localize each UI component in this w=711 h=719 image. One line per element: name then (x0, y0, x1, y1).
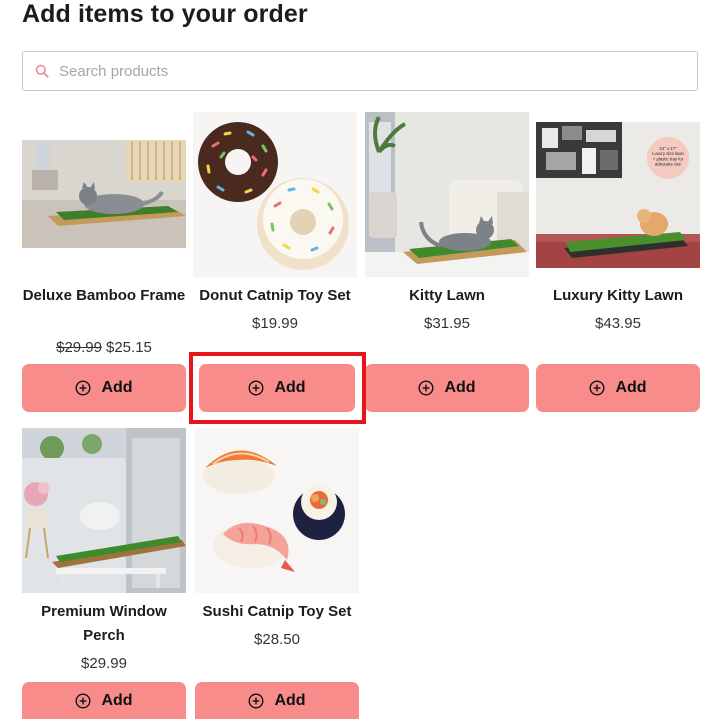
product-price: $43.95 (595, 315, 641, 332)
add-button-label: Add (274, 379, 306, 396)
sale-price: $25.15 (106, 339, 152, 356)
product-name: Deluxe Bamboo Frame (22, 287, 186, 304)
plus-circle-icon (248, 692, 264, 709)
add-button-label: Add (101, 379, 133, 396)
product-name: Donut Catnip Toy Set (199, 287, 351, 304)
add-button-label: Add (615, 379, 647, 396)
product-price: $28.50 (254, 631, 300, 648)
product-name: Kitty Lawn (409, 287, 485, 304)
search-input[interactable] (59, 60, 679, 82)
add-button-premium-window-perch[interactable]: Add (22, 682, 186, 719)
add-button-label: Add (101, 691, 133, 709)
add-button-label: Add (274, 691, 306, 709)
add-button-luxury-kitty-lawn[interactable]: Add (536, 364, 700, 412)
original-price: $29.99 (56, 339, 102, 356)
order-page: Add items to your order Search products … (0, 0, 711, 719)
product-price: $31.95 (424, 315, 470, 332)
add-button-donut-catnip-toy-set[interactable]: Add (199, 364, 355, 412)
product-card-luxury-kitty-lawn: 24" x 17" Luxury size lawn + plastic tray … (536, 112, 700, 352)
product-image-luxury-kitty-lawn[interactable]: 24" x 17" Luxury size lawn + plastic tray … (536, 112, 700, 277)
product-price: $29.99 (81, 655, 127, 672)
product-image-premium-window-perch[interactable] (22, 428, 186, 593)
add-button-label: Add (444, 379, 476, 396)
plus-circle-icon (75, 380, 91, 396)
product-card-kitty-lawn: Kitty Lawn $31.95 (365, 112, 529, 352)
product-image-sushi-catnip-toy-set[interactable] (195, 428, 359, 593)
product-card-premium-window-perch: Premium Window Perch $29.99 (22, 428, 186, 678)
plus-circle-icon (75, 692, 91, 709)
product-price: $19.99 (252, 315, 298, 332)
plus-circle-icon (248, 380, 264, 396)
product-image-kitty-lawn[interactable] (365, 112, 529, 277)
product-card-sushi-catnip-toy-set: Sushi Catnip Toy Set $28.50 (195, 428, 359, 668)
search-icon (35, 64, 49, 78)
add-button-deluxe-bamboo-frame[interactable]: Add (22, 364, 186, 412)
search-box[interactable] (22, 51, 698, 91)
plus-circle-icon (589, 380, 605, 396)
add-button-sushi-catnip-toy-set[interactable]: Add (195, 682, 359, 719)
product-name: Premium Window Perch (41, 603, 167, 644)
product-image-donut-catnip-toy-set[interactable] (193, 112, 357, 277)
product-name: Sushi Catnip Toy Set (202, 603, 352, 620)
product-name: Luxury Kitty Lawn (552, 287, 683, 304)
add-button-kitty-lawn[interactable]: Add (365, 364, 529, 412)
product-price: $29.99 $25.15 (22, 338, 186, 358)
product-card-donut-catnip-toy-set: Donut Catnip Toy Set $19.99 (193, 112, 357, 352)
plus-circle-icon (418, 380, 434, 396)
product-image-deluxe-bamboo-frame[interactable] (22, 112, 186, 277)
page-title: Add items to your order (22, 0, 308, 28)
